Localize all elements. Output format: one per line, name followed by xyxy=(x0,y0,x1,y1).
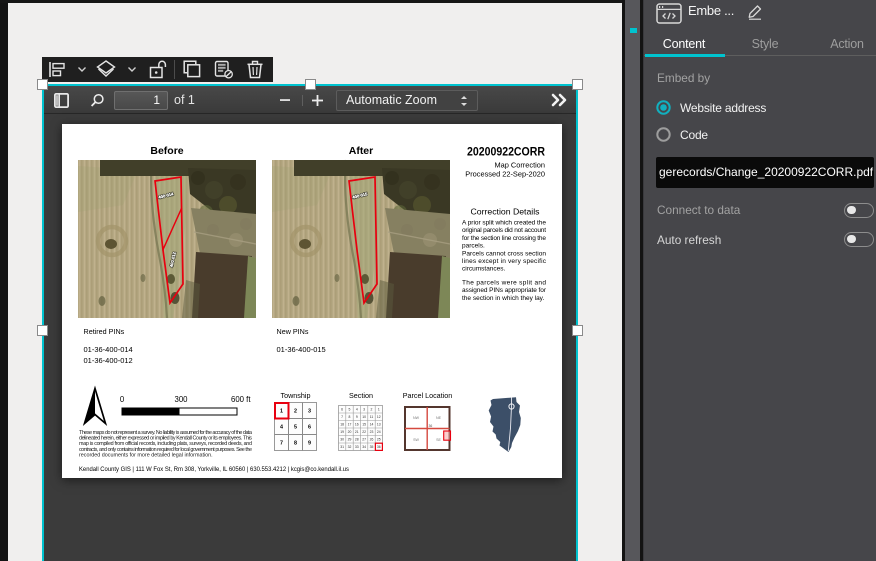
svg-text:600 ft: 600 ft xyxy=(231,395,251,404)
svg-text:for the section line crossing: for the section line crossing the xyxy=(462,235,546,242)
svg-text:1: 1 xyxy=(378,408,380,412)
svg-text:3: 3 xyxy=(363,408,365,412)
svg-text:2: 2 xyxy=(294,409,297,415)
svg-text:23: 23 xyxy=(370,430,374,434)
svg-text:3: 3 xyxy=(308,409,311,415)
svg-text:300: 300 xyxy=(174,395,188,404)
svg-text:36: 36 xyxy=(429,424,433,428)
svg-text:26: 26 xyxy=(370,438,374,442)
svg-text:5: 5 xyxy=(294,425,297,431)
svg-text:19: 19 xyxy=(340,430,344,434)
svg-text:10: 10 xyxy=(362,415,366,419)
svg-text:14: 14 xyxy=(370,423,374,427)
svg-text:4: 4 xyxy=(280,425,283,431)
svg-text:34: 34 xyxy=(362,445,366,449)
svg-text:Parcels cannot cross section: Parcels cannot cross section xyxy=(462,250,546,257)
svg-text:circumstances.: circumstances. xyxy=(462,266,506,273)
svg-text:SE: SE xyxy=(436,438,441,442)
svg-text:35: 35 xyxy=(370,445,374,449)
svg-text:17: 17 xyxy=(348,423,352,427)
svg-text:SW: SW xyxy=(413,438,419,442)
svg-text:20: 20 xyxy=(348,430,352,434)
svg-text:2: 2 xyxy=(371,408,373,412)
svg-text:New PINs: New PINs xyxy=(277,327,309,336)
svg-text:Before: Before xyxy=(150,145,183,157)
svg-text:16: 16 xyxy=(355,423,359,427)
svg-text:The parcels were split and: The parcels were split and xyxy=(462,279,546,286)
svg-text:36: 36 xyxy=(377,445,381,449)
svg-text:9: 9 xyxy=(356,415,358,419)
svg-text:4: 4 xyxy=(356,408,358,412)
svg-text:Retired PINs: Retired PINs xyxy=(84,327,125,336)
svg-text:0: 0 xyxy=(120,395,125,404)
svg-text:Township: Township xyxy=(281,391,311,400)
svg-text:27: 27 xyxy=(362,438,366,442)
svg-text:7: 7 xyxy=(280,441,283,447)
svg-text:1: 1 xyxy=(280,409,283,415)
svg-text:assigned PINs appropriate for: assigned PINs appropriate for xyxy=(462,287,547,294)
svg-text:01-36-400-015: 01-36-400-015 xyxy=(277,345,326,354)
svg-text:01-36-400-014: 01-36-400-014 xyxy=(84,345,133,354)
svg-text:NW: NW xyxy=(413,416,420,420)
svg-text:Kendall County GIS | 111 W Fox: Kendall County GIS | 111 W Fox St, Rm 30… xyxy=(79,466,350,473)
svg-text:24: 24 xyxy=(377,430,381,434)
svg-text:7: 7 xyxy=(341,415,343,419)
svg-text:After: After xyxy=(349,145,374,157)
svg-text:13: 13 xyxy=(377,423,381,427)
svg-text:Parcel Location: Parcel Location xyxy=(403,391,453,400)
svg-text:30: 30 xyxy=(340,438,344,442)
svg-text:32: 32 xyxy=(348,445,352,449)
svg-text:12: 12 xyxy=(377,415,381,419)
svg-text:Map Correction: Map Correction xyxy=(494,161,545,170)
svg-text:lines except in very specific: lines except in very specific xyxy=(462,258,547,265)
svg-text:8: 8 xyxy=(349,415,351,419)
svg-text:29: 29 xyxy=(348,438,352,442)
svg-text:5: 5 xyxy=(349,408,351,412)
svg-text:8: 8 xyxy=(294,441,297,447)
svg-text:parcels.: parcels. xyxy=(462,243,485,250)
svg-text:Correction Details: Correction Details xyxy=(470,207,540,217)
svg-text:28: 28 xyxy=(355,438,359,442)
svg-text:21: 21 xyxy=(355,430,359,434)
svg-text:25: 25 xyxy=(377,438,381,442)
svg-text:01-36-400-012: 01-36-400-012 xyxy=(84,356,133,365)
svg-text:20200922CORR: 20200922CORR xyxy=(467,146,546,159)
svg-text:Section: Section xyxy=(349,391,373,400)
svg-text:31: 31 xyxy=(340,445,344,449)
svg-text:6: 6 xyxy=(308,425,311,431)
svg-text:recorded documents for more de: recorded documents for more detailed leg… xyxy=(79,452,213,458)
svg-text:22: 22 xyxy=(362,430,366,434)
svg-text:NE: NE xyxy=(436,416,442,420)
svg-text:Processed 22-Sep-2020: Processed 22-Sep-2020 xyxy=(465,170,545,179)
svg-text:the section in which they lay.: the section in which they lay. xyxy=(462,295,544,302)
svg-text:18: 18 xyxy=(340,423,344,427)
svg-text:9: 9 xyxy=(308,441,311,447)
svg-text:33: 33 xyxy=(355,445,359,449)
svg-text:15: 15 xyxy=(362,423,366,427)
svg-text:A prior split which created th: A prior split which created the xyxy=(462,220,546,227)
svg-text:6: 6 xyxy=(341,408,343,412)
svg-text:original parcels did not accou: original parcels did not account xyxy=(462,227,546,234)
svg-text:11: 11 xyxy=(370,415,374,419)
